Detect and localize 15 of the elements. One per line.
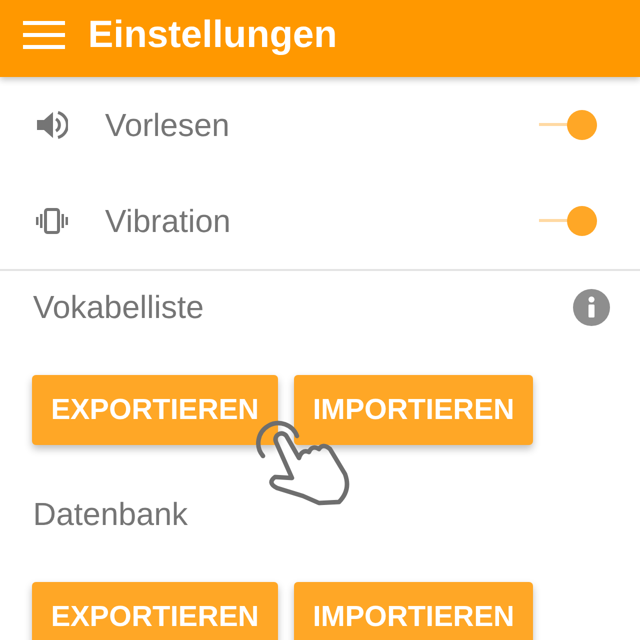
info-icon[interactable] <box>573 288 610 326</box>
action-button[interactable]: EXPORTIEREN <box>32 375 278 445</box>
setting-label: Vorlesen <box>105 106 231 144</box>
toggle-switch[interactable] <box>539 110 597 140</box>
toggle-switch[interactable] <box>539 206 597 236</box>
speaker-icon <box>36 109 68 141</box>
vibration-icon <box>36 208 68 234</box>
section-title: Vokabelliste <box>33 288 204 326</box>
action-button[interactable]: IMPORTIEREN <box>294 582 534 640</box>
section-title: Datenbank <box>33 496 188 532</box>
menu-icon[interactable] <box>23 20 65 48</box>
app-title: Einstellungen <box>88 12 338 56</box>
action-button[interactable]: IMPORTIEREN <box>294 375 534 445</box>
action-button[interactable]: EXPORTIEREN <box>32 582 278 640</box>
setting-label: Vibration <box>105 202 232 240</box>
